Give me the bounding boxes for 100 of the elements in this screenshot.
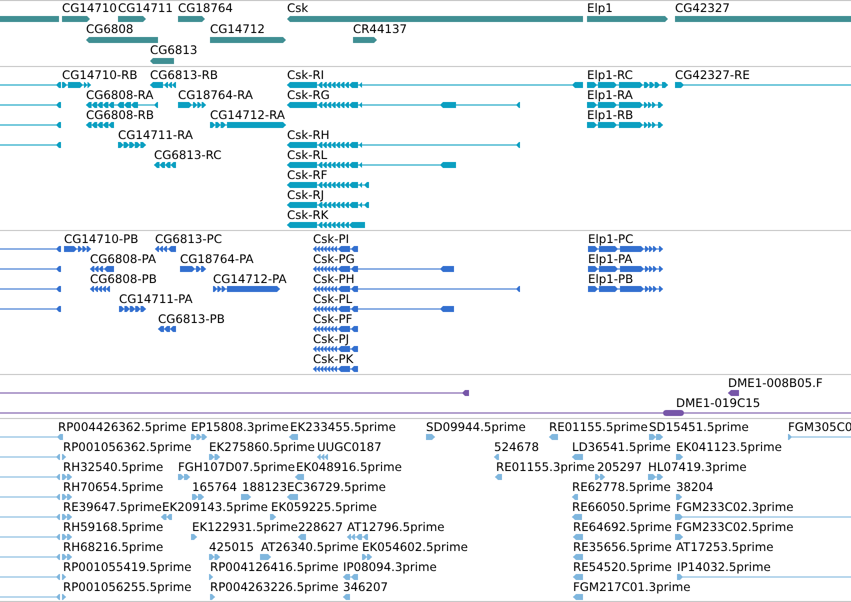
transcript-label: Csk-RI	[287, 68, 324, 82]
est-label: EK233455.5prime	[290, 420, 396, 434]
est-glyph	[62, 514, 72, 520]
est-glyph	[0, 474, 60, 480]
est-label: EK059225.5prime	[271, 500, 377, 514]
est-glyph	[572, 454, 583, 460]
est-glyph	[241, 494, 251, 500]
est-label: IP08094.3prime	[343, 560, 437, 574]
est-glyph	[649, 434, 663, 440]
protein-glyph	[0, 246, 61, 252]
protein-glyph	[0, 266, 61, 272]
est-glyph	[362, 554, 372, 560]
est-label: RH70654.5prime	[63, 480, 164, 494]
est-label: RP004126416.5prime	[210, 560, 338, 574]
transcript-label: Elp1-RC	[587, 68, 633, 82]
est-label: 425015	[209, 540, 254, 554]
est-glyph	[62, 594, 66, 600]
transcript-label: Csk-RJ	[287, 188, 324, 202]
transcript-glyph	[118, 142, 146, 148]
est-glyph	[62, 534, 72, 540]
est-label: 205297	[597, 460, 642, 474]
est-glyph	[298, 534, 306, 540]
protein-glyph	[213, 286, 280, 292]
protein-glyph	[155, 246, 176, 252]
est-label: RE39647.5prime	[63, 500, 162, 514]
protein-label: CG14712-PA	[213, 272, 287, 286]
protein-label: CG6813-PB	[158, 312, 225, 326]
transcript-label: Csk-RF	[287, 168, 328, 182]
est-label: RE01155.5prime	[549, 420, 648, 434]
gene-label: CG6813	[150, 43, 198, 57]
gene-label: Csk	[287, 1, 308, 15]
est-label: 165764	[192, 480, 238, 494]
est-label: 346207	[343, 580, 388, 594]
est-glyph	[549, 434, 558, 440]
est-label: LD36541.5prime	[572, 440, 671, 454]
est-label: RE64692.5prime	[573, 520, 672, 534]
est-label: RP001056255.5prime	[63, 580, 192, 594]
protein-glyph	[64, 246, 91, 252]
protein-label: Elp1-PA	[588, 252, 632, 266]
est-glyph	[295, 474, 304, 480]
transcript-glyph	[0, 122, 61, 128]
est-label: UUGC0187	[317, 440, 382, 454]
est-glyph	[595, 474, 605, 480]
est-glyph	[209, 574, 213, 580]
est-label: EK041123.5prime	[676, 440, 782, 454]
est-glyph	[494, 454, 499, 460]
transcript-label: CG42327-RE	[675, 68, 750, 82]
protein-glyph	[0, 286, 61, 292]
protein-label: Csk-PF	[313, 312, 352, 326]
est-label: EK275860.5prime	[209, 440, 315, 454]
clone-label: DME1-019C15	[676, 396, 760, 410]
est-glyph	[0, 554, 60, 560]
est-label: EK048916.5prime	[296, 460, 402, 474]
est-glyph	[0, 494, 60, 500]
est-glyph	[0, 454, 60, 460]
est-glyph	[287, 494, 298, 500]
protein-glyph	[180, 266, 206, 272]
est-glyph	[62, 454, 66, 460]
est-label: FGM217C01.3prime	[573, 580, 690, 594]
transcript-label: CG6813-RC	[154, 148, 222, 162]
gene-bar	[62, 16, 90, 22]
est-glyph	[572, 514, 582, 520]
est-glyph	[0, 574, 60, 580]
est-glyph	[573, 554, 583, 560]
est-label: FGM233C02.5prime	[676, 520, 794, 534]
protein-label: Csk-PJ	[313, 332, 350, 346]
transcript-label: CG6813-RB	[150, 68, 218, 82]
transcript-glyph	[154, 162, 176, 168]
est-label: RP001056362.5prime	[63, 440, 192, 454]
protein-label: CG6808-PA	[90, 252, 156, 266]
protein-label: Elp1-PC	[588, 232, 634, 246]
est-label: AT17253.5prime	[676, 540, 774, 554]
est-label: AT12796.5prime	[347, 520, 445, 534]
protein-label: CG14710-PB	[64, 232, 138, 246]
est-glyph	[0, 514, 60, 520]
est-glyph	[676, 494, 682, 500]
est-label: 38204	[676, 480, 714, 494]
protein-label: Csk-PI	[313, 232, 350, 246]
transcript-label: CG14711-RA	[118, 128, 193, 142]
gene-bar	[86, 37, 158, 43]
est-glyph	[0, 534, 60, 540]
est-label: EC36729.5prime	[287, 480, 386, 494]
est-glyph	[192, 494, 204, 500]
est-label: RP001055419.5prime	[63, 560, 192, 574]
est-glyph	[573, 574, 583, 580]
est-glyph	[573, 594, 583, 600]
est-glyph	[62, 474, 72, 480]
transcript-label: CG6808-RB	[86, 108, 154, 122]
transcript-glyph	[0, 142, 61, 148]
transcript-glyph	[178, 102, 206, 108]
est-label: RP004426362.5prime	[58, 420, 186, 434]
est-glyph	[347, 534, 368, 540]
est-label: EP15808.3prime	[191, 420, 289, 434]
est-glyph	[317, 454, 328, 460]
gene-label: CG14710	[62, 1, 117, 15]
est-glyph	[209, 454, 220, 460]
est-glyph	[788, 434, 851, 440]
transcript-label: Csk-RK	[287, 208, 328, 222]
transcript-label: CG14710-RB	[62, 68, 138, 82]
protein-glyph	[313, 326, 358, 332]
